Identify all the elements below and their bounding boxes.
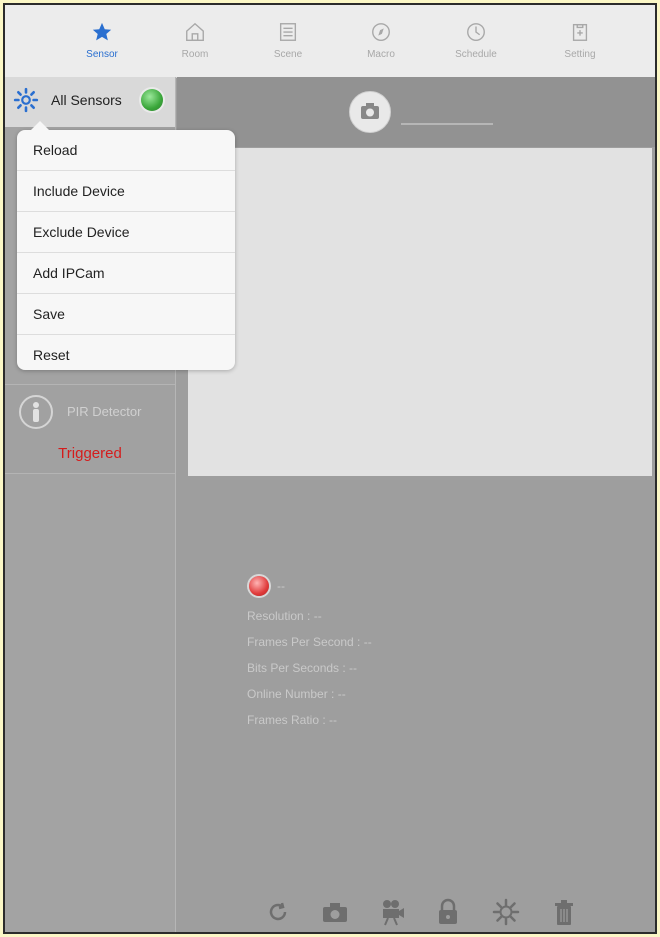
clipboard-icon bbox=[572, 23, 588, 41]
clock-icon bbox=[467, 23, 485, 41]
camera-name: -- bbox=[277, 579, 285, 593]
trash-icon[interactable] bbox=[549, 897, 579, 927]
sidebar-title: All Sensors bbox=[51, 92, 122, 108]
app-window: Sensor Room Scene Macro Schedule Setting bbox=[3, 3, 657, 934]
camera-toolbar bbox=[255, 897, 595, 929]
tab-macro[interactable]: Macro bbox=[341, 21, 421, 73]
tab-schedule[interactable]: Schedule bbox=[436, 21, 516, 73]
frames-ratio-text: Frames Ratio : -- bbox=[247, 713, 338, 727]
menu-item-reload[interactable]: Reload bbox=[17, 130, 235, 171]
refresh-icon[interactable] bbox=[263, 897, 293, 927]
tab-label: Scene bbox=[273, 49, 303, 60]
tab-bar: Sensor Room Scene Macro Schedule Setting bbox=[5, 5, 655, 78]
camera-icon[interactable] bbox=[349, 91, 391, 133]
menu-item-exclude-device[interactable]: Exclude Device bbox=[17, 212, 235, 253]
gear-icon[interactable] bbox=[491, 897, 521, 927]
video-preview bbox=[188, 148, 652, 476]
menu-item-reset[interactable]: Reset bbox=[17, 335, 235, 375]
sensor-status: Triggered bbox=[58, 445, 122, 462]
sensor-name: PIR Detector bbox=[67, 404, 142, 419]
tab-sensor[interactable]: Sensor bbox=[62, 21, 142, 73]
tab-setting[interactable]: Setting bbox=[540, 21, 620, 73]
tab-label: Room bbox=[181, 49, 209, 60]
tab-label: Sensor bbox=[86, 49, 118, 60]
tab-label: Setting bbox=[564, 49, 596, 60]
star-icon bbox=[92, 22, 112, 41]
fps-text: Frames Per Second : -- bbox=[247, 635, 372, 649]
compass-icon bbox=[372, 23, 390, 41]
camera-stats: Resolution : -- Frames Per Second : -- B… bbox=[247, 603, 372, 733]
menu-item-include-device[interactable]: Include Device bbox=[17, 171, 235, 212]
camera-icon[interactable] bbox=[320, 897, 350, 927]
gear-icon[interactable] bbox=[13, 87, 39, 113]
tab-label: Schedule bbox=[455, 49, 497, 60]
video-camera-icon[interactable] bbox=[376, 897, 406, 927]
tab-room[interactable]: Room bbox=[155, 21, 235, 73]
status-indicator-online bbox=[141, 89, 163, 111]
sensor-item-pir[interactable]: PIR Detector Triggered bbox=[5, 384, 175, 474]
bps-text: Bits Per Seconds : -- bbox=[247, 661, 358, 675]
sidebar-header: All Sensors bbox=[5, 77, 175, 127]
status-indicator-offline bbox=[249, 576, 269, 596]
house-icon bbox=[186, 22, 204, 41]
online-number-text: Online Number : -- bbox=[247, 687, 346, 701]
settings-menu: Reload Include Device Exclude Device Add… bbox=[17, 121, 235, 370]
person-icon bbox=[19, 395, 53, 429]
resolution-text: Resolution : -- bbox=[247, 609, 322, 623]
camera-name-field[interactable] bbox=[401, 123, 493, 125]
menu-item-save[interactable]: Save bbox=[17, 294, 235, 335]
tab-scene[interactable]: Scene bbox=[248, 21, 328, 73]
camera-header-strip bbox=[177, 77, 655, 147]
lock-icon[interactable] bbox=[433, 897, 463, 927]
menu-item-add-ipcam[interactable]: Add IPCam bbox=[17, 253, 235, 294]
list-icon bbox=[279, 23, 297, 41]
tab-label: Macro bbox=[367, 49, 395, 60]
